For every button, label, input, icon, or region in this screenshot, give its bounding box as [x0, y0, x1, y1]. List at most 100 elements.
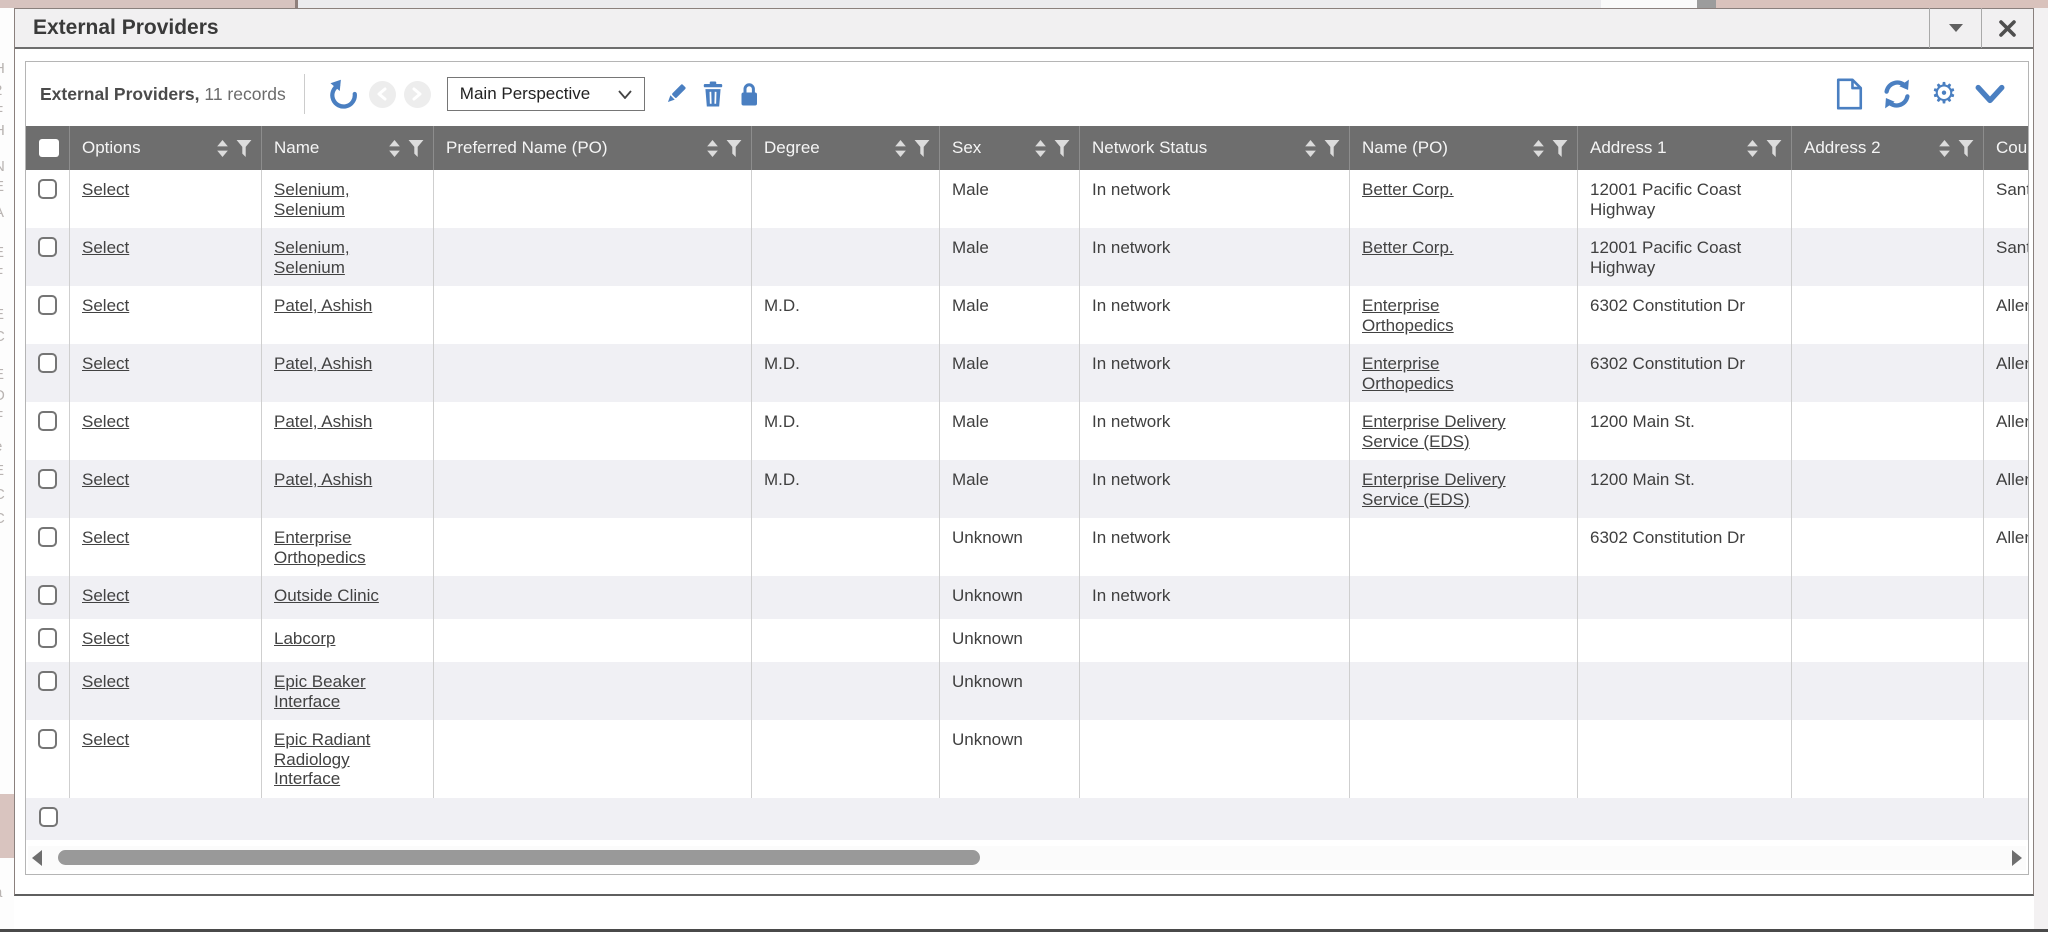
undo-button[interactable] — [329, 79, 359, 109]
row-checkbox[interactable] — [38, 411, 57, 431]
select-link[interactable]: Select — [82, 629, 129, 649]
row-checkbox[interactable] — [39, 807, 58, 827]
select-link[interactable]: Select — [82, 586, 129, 606]
row-checkbox[interactable] — [38, 628, 57, 648]
select-all-checkbox[interactable] — [39, 139, 59, 157]
name-link[interactable]: Patel, Ashish — [274, 470, 372, 490]
sort-icon[interactable] — [706, 140, 719, 157]
name_po-link[interactable]: Better Corp. — [1362, 180, 1454, 200]
name_po-link[interactable]: Enterprise Orthopedics — [1362, 354, 1530, 393]
cell-name: Patel, Ashish — [262, 344, 434, 402]
name_po-link[interactable]: Better Corp. — [1362, 238, 1454, 258]
cell-address1 — [1578, 720, 1792, 798]
column-label: Degree — [764, 138, 820, 158]
filter-icon[interactable] — [408, 140, 424, 157]
name-link[interactable]: Selenium, Selenium — [274, 180, 406, 219]
cell-preferred_name — [434, 344, 752, 402]
select-link[interactable]: Select — [82, 412, 129, 432]
column-header-sex[interactable]: Sex — [940, 126, 1080, 170]
column-header-preferred_name[interactable]: Preferred Name (PO) — [434, 126, 752, 170]
sort-icon[interactable] — [1938, 140, 1951, 157]
name_po-link[interactable]: Enterprise Orthopedics — [1362, 296, 1530, 335]
column-header-county[interactable]: County — [1984, 126, 2028, 170]
refresh-button[interactable] — [1881, 78, 1913, 110]
sort-icon[interactable] — [1034, 140, 1047, 157]
column-header-name_po[interactable]: Name (PO) — [1350, 126, 1578, 170]
checkbox-cell — [26, 720, 70, 798]
name-link[interactable]: Epic Beaker Interface — [274, 672, 406, 711]
cell-address2 — [1792, 619, 1984, 662]
sort-icon[interactable] — [388, 140, 401, 157]
column-header-address2[interactable]: Address 2 — [1792, 126, 1984, 170]
filter-icon[interactable] — [726, 140, 742, 157]
name-link[interactable]: Labcorp — [274, 629, 335, 649]
perspective-select[interactable]: Main Perspective — [447, 77, 645, 111]
cell-degree — [752, 576, 940, 619]
sort-icon[interactable] — [216, 140, 229, 157]
background-text-fragment: 2 — [0, 82, 2, 99]
new-record-button[interactable] — [1836, 78, 1863, 110]
filter-icon[interactable] — [1324, 140, 1340, 157]
column-header-options[interactable]: Options — [70, 126, 262, 170]
column-header-degree[interactable]: Degree — [752, 126, 940, 170]
name_po-link[interactable]: Enterprise Delivery Service (EDS) — [1362, 470, 1530, 509]
name-link[interactable]: Outside Clinic — [274, 586, 379, 606]
sort-icon[interactable] — [1304, 140, 1317, 157]
sort-icon[interactable] — [1532, 140, 1545, 157]
sort-icon[interactable] — [1746, 140, 1759, 157]
background-text-fragment: E — [0, 178, 4, 195]
row-checkbox[interactable] — [38, 469, 57, 489]
scrollbar-track[interactable] — [46, 849, 2008, 867]
row-checkbox[interactable] — [38, 353, 57, 373]
collapse-grid-button[interactable] — [1975, 83, 2005, 105]
column-label: Sex — [952, 138, 981, 158]
row-checkbox[interactable] — [38, 585, 57, 605]
scroll-left-button[interactable] — [28, 848, 46, 868]
name-link[interactable]: Patel, Ashish — [274, 412, 372, 432]
cell-name_po: Better Corp. — [1350, 170, 1578, 228]
filter-icon[interactable] — [1054, 140, 1070, 157]
select-link[interactable]: Select — [82, 296, 129, 316]
delete-perspective-button[interactable] — [701, 81, 725, 107]
name-link[interactable]: Epic Radiant Radiology Interface — [274, 730, 406, 789]
cell-text: Male — [952, 470, 989, 489]
select-link[interactable]: Select — [82, 730, 129, 750]
cell-text: M.D. — [764, 412, 800, 431]
row-checkbox[interactable] — [38, 527, 57, 547]
row-checkbox[interactable] — [38, 729, 57, 749]
filter-icon[interactable] — [914, 140, 930, 157]
select-link[interactable]: Select — [82, 528, 129, 548]
name-link[interactable]: Selenium, Selenium — [274, 238, 406, 277]
row-checkbox[interactable] — [38, 671, 57, 691]
forward-button[interactable] — [404, 81, 431, 108]
scrollbar-thumb[interactable] — [58, 850, 980, 865]
column-header-network_status[interactable]: Network Status — [1080, 126, 1350, 170]
collapse-window-button[interactable] — [1929, 8, 1981, 48]
filter-icon[interactable] — [1766, 140, 1782, 157]
lock-perspective-button[interactable] — [737, 81, 761, 107]
column-header-name[interactable]: Name — [262, 126, 434, 170]
back-button[interactable] — [369, 81, 396, 108]
select-link[interactable]: Select — [82, 354, 129, 374]
filter-icon[interactable] — [236, 140, 252, 157]
select-link[interactable]: Select — [82, 180, 129, 200]
row-checkbox[interactable] — [38, 295, 57, 315]
row-checkbox[interactable] — [38, 179, 57, 199]
name-link[interactable]: Patel, Ashish — [274, 296, 372, 316]
filter-icon[interactable] — [1958, 140, 1974, 157]
scroll-right-button[interactable] — [2008, 848, 2026, 868]
name-link[interactable]: Enterprise Orthopedics — [274, 528, 406, 567]
close-button[interactable] — [1981, 8, 2033, 48]
settings-button[interactable]: ⚙ — [1931, 80, 1957, 109]
select-link[interactable]: Select — [82, 238, 129, 258]
column-header-address1[interactable]: Address 1 — [1578, 126, 1792, 170]
select-link[interactable]: Select — [82, 470, 129, 490]
row-checkbox[interactable] — [38, 237, 57, 257]
sort-icon[interactable] — [894, 140, 907, 157]
name_po-link[interactable]: Enterprise Delivery Service (EDS) — [1362, 412, 1530, 451]
select-link[interactable]: Select — [82, 672, 129, 692]
background-top-strip — [0, 0, 2048, 8]
filter-icon[interactable] — [1552, 140, 1568, 157]
edit-perspective-button[interactable] — [663, 81, 689, 107]
name-link[interactable]: Patel, Ashish — [274, 354, 372, 374]
